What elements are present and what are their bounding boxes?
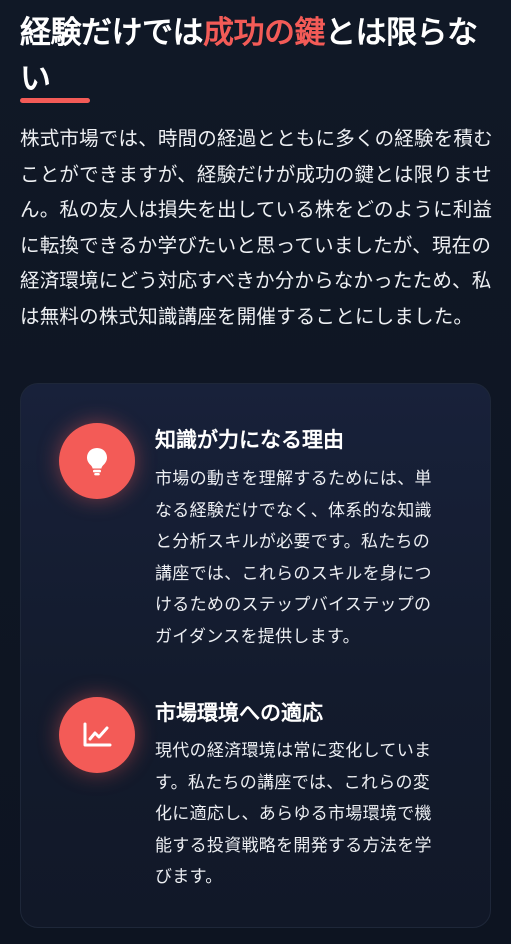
title-text-part1: 経験だけでは [20,15,204,51]
title-accent-text: 成功の鍵 [203,15,326,51]
page-title: 経験だけでは成功の鍵とは限らない [20,10,495,102]
lightbulb-icon [59,423,135,499]
title-underline [20,98,90,103]
intro-paragraph: 株式市場では、時間の経過とともに多くの経験を積むことができますが、経験だけが成功… [20,127,493,328]
feature-description: 市場の動きを理解するためには、単なる経験だけでなく、体系的な知識と分析スキルが必… [155,469,432,647]
feature-title: 市場環境への適応 [155,701,323,725]
line-chart-icon [59,697,135,773]
feature-title: 知識が力になる理由 [155,428,344,452]
feature-description: 現代の経済環境は常に変化しています。私たちの講座では、これらの変化に適応し、あら… [155,741,432,887]
features-card: 知識が力になる理由 市場の動きを理解するためには、単なる経験だけでなく、体系的な… [20,383,491,928]
page: 経験だけでは成功の鍵とは限らない 株式市場では、時間の経過とともに多くの経験を積… [0,0,511,944]
